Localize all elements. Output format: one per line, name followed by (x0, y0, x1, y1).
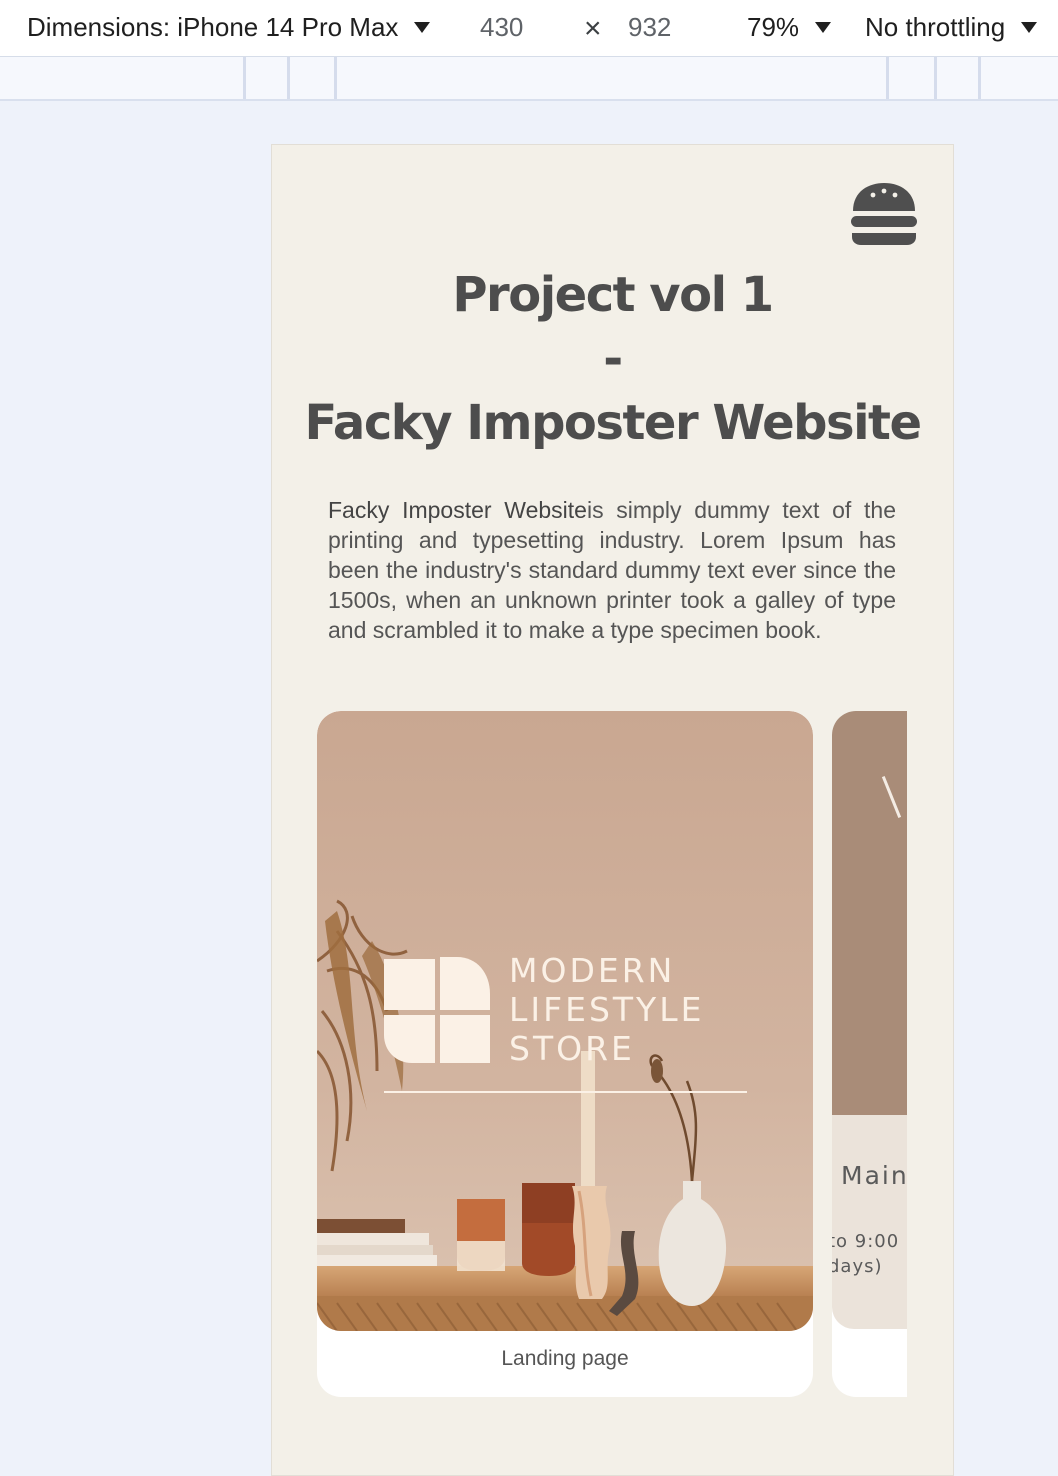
project-card-partial[interactable]: Main to 9:00 days) (832, 711, 907, 1397)
media-query-ruler[interactable] (0, 57, 1058, 101)
card-info-panel (832, 1115, 907, 1329)
hours-line-1: to 9:00 (832, 1231, 900, 1252)
ruler-marker (334, 57, 337, 99)
devtools-toolbar: Dimensions: iPhone 14 Pro Max 430 × 932 … (0, 0, 1058, 57)
card-hours-text: to 9:00 days) (832, 1229, 899, 1279)
card-caption: Landing page (501, 1347, 629, 1370)
card-image (832, 711, 907, 1115)
times-glyph: × (584, 12, 602, 45)
throttling-value: No throttling (865, 12, 1006, 42)
throttling-select[interactable]: No throttling (865, 12, 1038, 43)
hours-line-2: days) (832, 1256, 883, 1277)
height-input[interactable]: 932 (628, 12, 671, 43)
device-viewport: Project vol 1 - Facky Imposter Website F… (271, 144, 954, 1476)
swap-dimensions-icon[interactable]: × (584, 12, 602, 46)
logo-line-1: MODERN (509, 951, 676, 990)
width-value: 430 (480, 12, 524, 42)
page-title: Project vol 1 - Facky Imposter Website (272, 263, 953, 455)
chevron-down-icon (815, 22, 832, 33)
ruler-marker (287, 57, 290, 99)
ruler-marker (886, 57, 889, 99)
logo-line-3: STORE (509, 1029, 635, 1068)
title-line-1: Project vol 1 (452, 267, 774, 323)
height-value: 932 (628, 12, 672, 42)
burger-icon[interactable] (851, 183, 917, 245)
project-description: Facky Imposter Websiteis simply dummy te… (328, 495, 896, 645)
ruler-marker (243, 57, 246, 99)
chevron-down-icon (1021, 22, 1038, 33)
description-strong: Facky Imposter Website (328, 497, 587, 523)
title-line-2: Facky Imposter Website (304, 395, 922, 451)
device-select[interactable]: Dimensions: iPhone 14 Pro Max (27, 12, 431, 43)
ruler-marker (978, 57, 981, 99)
card-main-text: Main (841, 1161, 907, 1190)
card-image: MODERN LIFESTYLE STORE (317, 711, 813, 1331)
ruler-marker (934, 57, 937, 99)
store-logo-text: MODERN LIFESTYLE STORE (509, 951, 704, 1068)
dimensions-label: Dimensions: iPhone 14 Pro Max (27, 12, 399, 42)
chevron-down-icon (414, 22, 431, 33)
logo-line-2: LIFESTYLE (509, 990, 705, 1029)
project-card-landing[interactable]: MODERN LIFESTYLE STORE Landing page (317, 711, 813, 1397)
width-input[interactable]: 430 (480, 12, 523, 43)
zoom-select[interactable]: 79% (747, 12, 832, 43)
title-dash: - (603, 331, 623, 387)
zoom-value: 79% (747, 12, 800, 42)
